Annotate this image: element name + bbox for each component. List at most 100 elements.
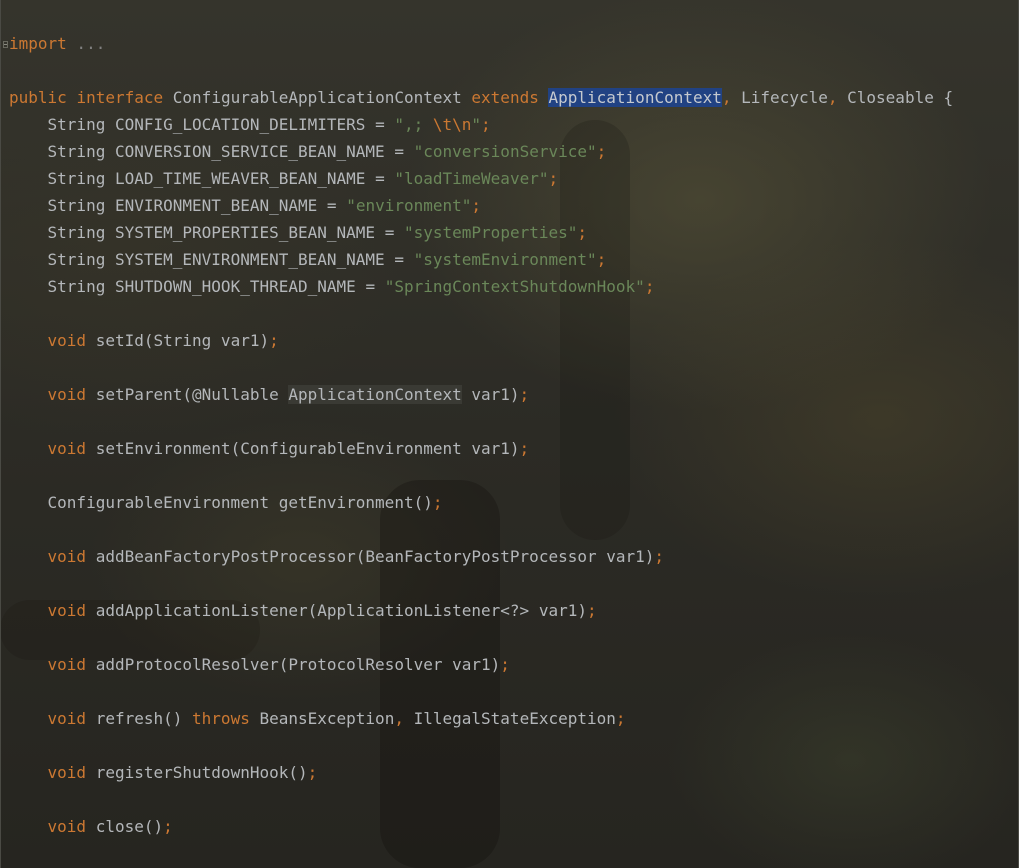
code-line-constant[interactable]: String CONVERSION_SERVICE_BEAN_NAME = "c…: [9, 141, 607, 163]
code-line-method[interactable]: void addBeanFactoryPostProcessor(BeanFac…: [9, 546, 665, 568]
void-keyword: void: [47, 817, 87, 836]
import-keyword: import: [9, 34, 67, 53]
semicolon: ;: [644, 277, 655, 296]
type-closeable: Closeable: [847, 88, 934, 107]
void-keyword: void: [47, 763, 87, 782]
interface-name: ConfigurableApplicationContext: [172, 88, 462, 107]
semicolon: ;: [577, 223, 588, 242]
code-line-interface-declaration[interactable]: public interface ConfigurableApplication…: [9, 87, 953, 109]
code-line-method[interactable]: void setId(String var1);: [9, 330, 279, 352]
string-literal: "systemEnvironment": [413, 250, 597, 269]
code-line-import[interactable]: import ...: [9, 33, 105, 55]
semicolon: ;: [163, 817, 173, 836]
semicolon: ;: [596, 142, 607, 161]
code-line-method[interactable]: void addApplicationListener(ApplicationL…: [9, 600, 597, 622]
code-line-method[interactable]: void addProtocolResolver(ProtocolResolve…: [9, 654, 510, 676]
method-signature: setEnvironment(ConfigurableEnvironment v…: [95, 439, 520, 458]
constant-type: String: [47, 277, 106, 296]
string-literal: "systemProperties": [403, 223, 578, 242]
void-keyword: void: [47, 709, 87, 728]
method-signature: setId(String var1): [95, 331, 270, 350]
void-keyword: void: [47, 331, 87, 350]
code-line-method[interactable]: ConfigurableEnvironment getEnvironment()…: [9, 492, 443, 514]
semicolon: ;: [615, 709, 626, 728]
public-keyword: public: [9, 88, 67, 107]
void-keyword: void: [47, 547, 87, 566]
equals-sign: =: [375, 169, 385, 188]
semicolon: ;: [432, 493, 443, 512]
code-line-method[interactable]: void registerShutdownHook();: [9, 762, 318, 784]
fold-expand-icon[interactable]: [3, 41, 8, 48]
code-line-constant[interactable]: String SHUTDOWN_HOOK_THREAD_NAME = "Spri…: [9, 276, 655, 298]
equals-sign: =: [384, 223, 395, 242]
punctuation: ,: [827, 88, 838, 107]
constant-type: String: [47, 115, 106, 134]
folded-ellipsis[interactable]: ...: [67, 34, 105, 53]
semicolon: ;: [500, 655, 510, 674]
method-parameter: var1): [461, 385, 520, 404]
constant-type: String: [47, 169, 106, 188]
constant-name: SHUTDOWN_HOOK_THREAD_NAME: [114, 277, 356, 296]
code-line-constant[interactable]: String SYSTEM_PROPERTIES_BEAN_NAME = "sy…: [9, 222, 587, 244]
method-signature: registerShutdownHook(): [95, 763, 308, 782]
code-line-constant[interactable]: String CONFIG_LOCATION_DELIMITERS = ",; …: [9, 114, 491, 136]
semicolon: ;: [596, 250, 607, 269]
interface-keyword: interface: [76, 88, 164, 107]
equals-sign: =: [375, 115, 385, 134]
constant-name: LOAD_TIME_WEAVER_BEAN_NAME: [114, 169, 366, 188]
semicolon: ;: [471, 196, 482, 215]
semicolon: ;: [307, 763, 318, 782]
constant-type: String: [47, 142, 106, 161]
equals-sign: =: [365, 277, 376, 296]
method-signature: addApplicationListener(ApplicationListen…: [95, 601, 587, 620]
semicolon: ;: [548, 169, 559, 188]
type-lifecycle: Lifecycle: [741, 88, 828, 107]
string-literal: "environment": [346, 196, 472, 215]
method-signature: close(): [95, 817, 164, 836]
semicolon: ;: [519, 439, 530, 458]
code-line-method[interactable]: void refresh() throws BeansException, Il…: [9, 708, 626, 730]
exception-type: BeansException: [249, 709, 395, 728]
void-keyword: void: [47, 601, 87, 620]
semicolon: ;: [481, 115, 491, 134]
code-line-method[interactable]: void setEnvironment(ConfigurableEnvironm…: [9, 438, 530, 460]
string-literal: "loadTimeWeaver": [394, 169, 549, 188]
constant-name: SYSTEM_PROPERTIES_BEAN_NAME: [114, 223, 376, 242]
punctuation: ,: [721, 88, 732, 107]
equals-sign: =: [394, 250, 404, 269]
string-literal: "conversionService": [413, 142, 597, 161]
selected-text[interactable]: ApplicationContext: [548, 88, 722, 107]
constant-name: CONFIG_LOCATION_DELIMITERS: [114, 115, 366, 134]
semicolon: ;: [519, 385, 530, 404]
constant-name: SYSTEM_ENVIRONMENT_BEAN_NAME: [114, 250, 385, 269]
exception-type: IllegalStateException: [403, 709, 616, 728]
code-line-constant[interactable]: String ENVIRONMENT_BEAN_NAME = "environm…: [9, 195, 482, 217]
code-line-method[interactable]: void close();: [9, 816, 173, 838]
void-keyword: void: [47, 439, 87, 458]
punctuation: ,: [394, 709, 404, 728]
method-signature: ConfigurableEnvironment getEnvironment(): [47, 493, 433, 512]
void-keyword: void: [47, 385, 87, 404]
method-signature: addBeanFactoryPostProcessor(BeanFactoryP…: [95, 547, 655, 566]
highlighted-reference[interactable]: ApplicationContext: [288, 385, 462, 404]
constant-type: String: [47, 223, 106, 242]
constant-type: String: [47, 250, 106, 269]
void-keyword: void: [47, 655, 87, 674]
constant-name: ENVIRONMENT_BEAN_NAME: [114, 196, 318, 215]
method-signature: addProtocolResolver(ProtocolResolver var…: [95, 655, 501, 674]
code-editor[interactable]: import ... public interface Configurable…: [0, 0, 1019, 868]
code-line-constant[interactable]: String SYSTEM_ENVIRONMENT_BEAN_NAME = "s…: [9, 249, 607, 271]
string-literal: ",;: [394, 115, 433, 134]
semicolon: ;: [586, 601, 597, 620]
constant-type: String: [47, 196, 106, 215]
method-signature: setParent(@Nullable: [95, 385, 289, 404]
code-line-method[interactable]: void setParent(@Nullable ApplicationCont…: [9, 384, 529, 406]
string-literal: "SpringContextShutdownHook": [384, 277, 645, 296]
extends-keyword: extends: [471, 88, 539, 107]
escape-sequence: \t\n: [432, 115, 472, 134]
constant-name: CONVERSION_SERVICE_BEAN_NAME: [114, 142, 385, 161]
string-literal: ": [471, 115, 482, 134]
equals-sign: =: [326, 196, 337, 215]
open-brace: {: [943, 88, 954, 107]
code-line-constant[interactable]: String LOAD_TIME_WEAVER_BEAN_NAME = "loa…: [9, 168, 559, 190]
